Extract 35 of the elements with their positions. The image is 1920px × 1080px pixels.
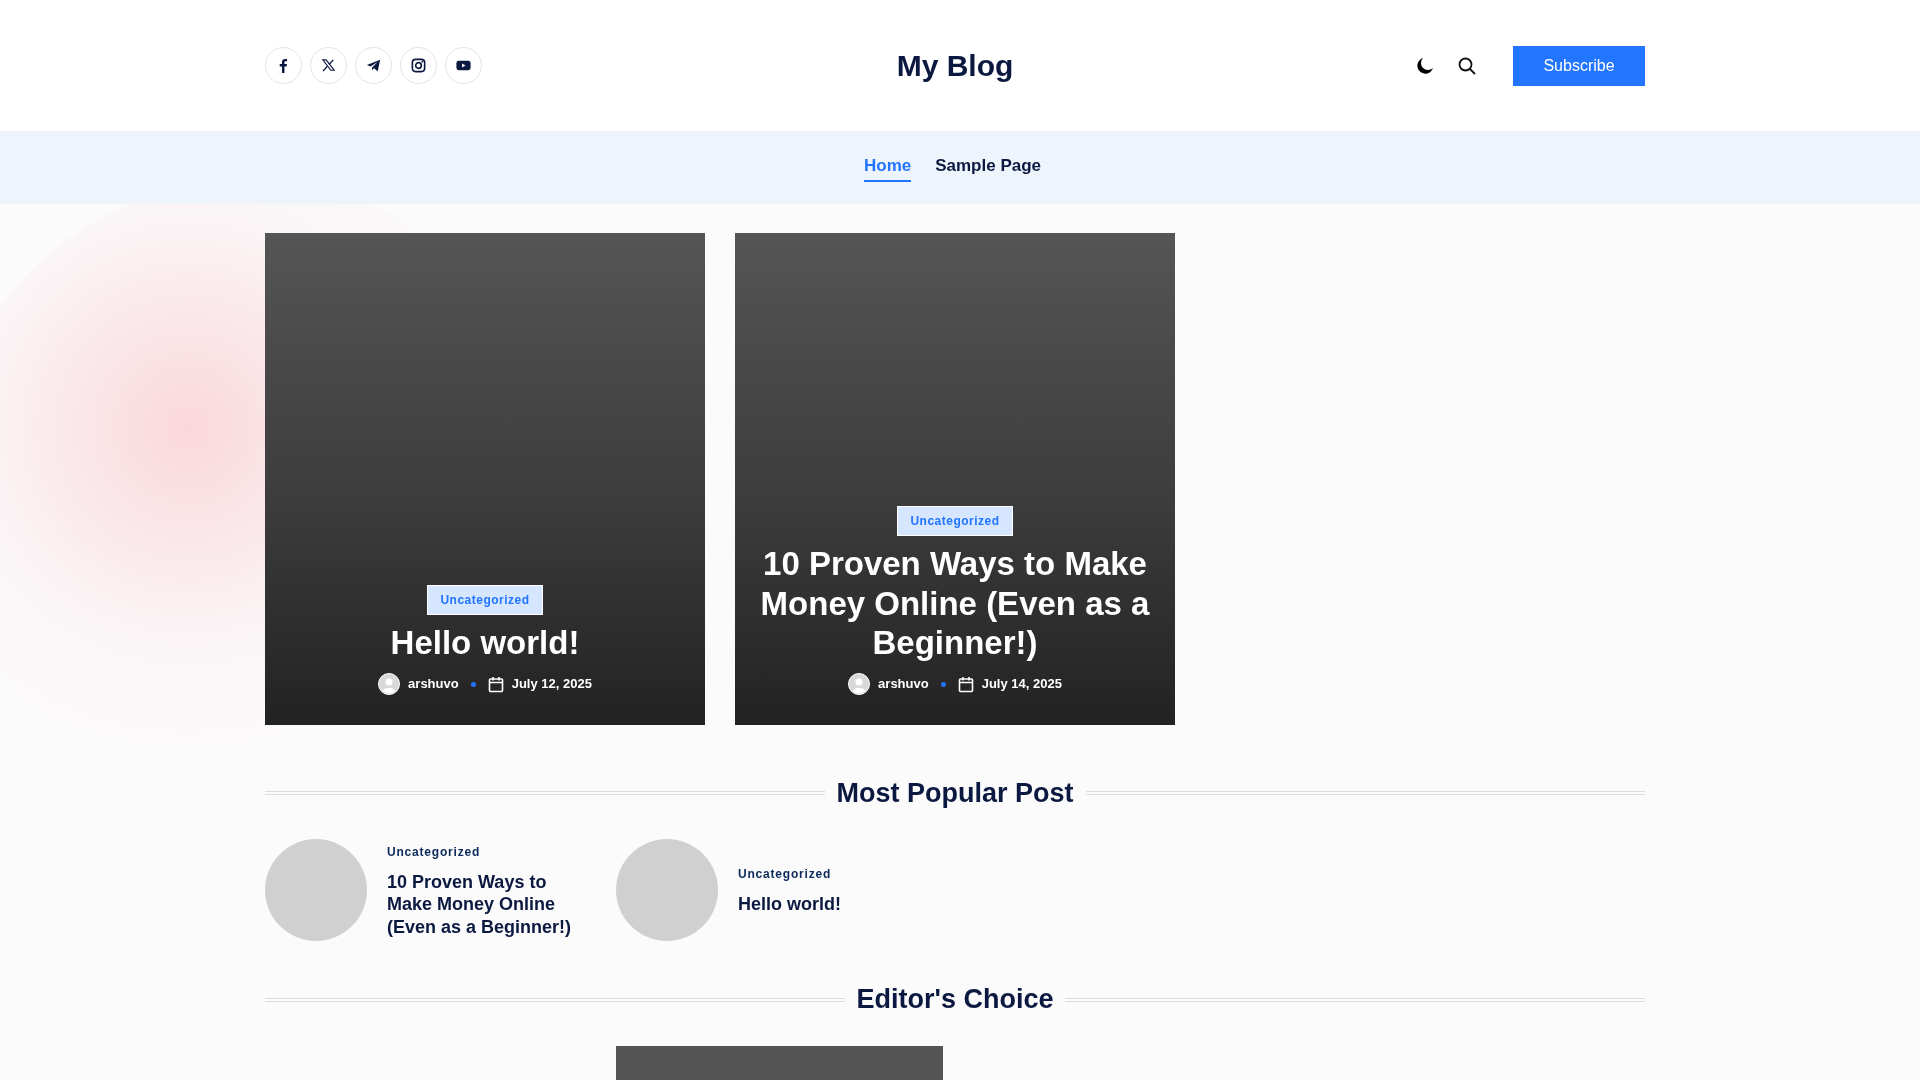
author-name[interactable]: arshuvo [408, 674, 459, 694]
paper-plane-icon [365, 57, 382, 74]
avatar-icon [848, 673, 871, 695]
category-link[interactable]: Uncategorized [387, 842, 587, 861]
separator-dot [470, 681, 476, 687]
social-link[interactable] [445, 47, 482, 84]
social-link[interactable] [400, 47, 437, 84]
calendar-icon [957, 675, 974, 693]
x-icon [320, 57, 337, 74]
instagram-icon [410, 57, 427, 74]
post-card[interactable]: Uncategorized Hello world! arshuvo July 12, 2025 [265, 233, 705, 725]
search-icon[interactable] [1457, 55, 1477, 76]
post-card[interactable]: Uncategorized 10 Proven Ways to Make Money Online (Even as a Beginner!) arshuvo July 14, 2025 [735, 233, 1175, 725]
avatar-icon [378, 673, 401, 695]
subscribe-button[interactable]: Subscribe [1513, 45, 1645, 86]
nav-link[interactable]: Home [863, 152, 912, 183]
dark-mode-icon[interactable] [1415, 55, 1435, 76]
post-date: July 14, 2025 [981, 675, 1062, 694]
section-heading: Editor's Choice [856, 983, 1054, 1016]
social-link[interactable] [265, 47, 302, 84]
site-title[interactable]: My Blog [896, 49, 1014, 82]
social-link[interactable] [355, 47, 392, 84]
post-title[interactable]: 10 Proven Ways to Make Money Online (Even as a Beginner!) [387, 870, 587, 939]
post-card[interactable] [616, 1045, 943, 1080]
post-title[interactable]: Hello world! [738, 893, 938, 916]
calendar-icon [487, 675, 504, 693]
post-title[interactable]: Hello world! [390, 623, 580, 663]
section-heading: Most Popular Post [836, 777, 1074, 810]
nav-link[interactable]: Sample Page [935, 152, 1042, 183]
separator-dot [940, 681, 946, 687]
post-date: July 12, 2025 [511, 675, 592, 694]
social-link[interactable] [310, 47, 347, 84]
category-link[interactable]: Uncategorized [738, 865, 938, 884]
author-name[interactable]: arshuvo [878, 674, 929, 694]
post-title[interactable]: 10 Proven Ways to Make Money Online (Even as a Beginner!) [753, 544, 1157, 663]
